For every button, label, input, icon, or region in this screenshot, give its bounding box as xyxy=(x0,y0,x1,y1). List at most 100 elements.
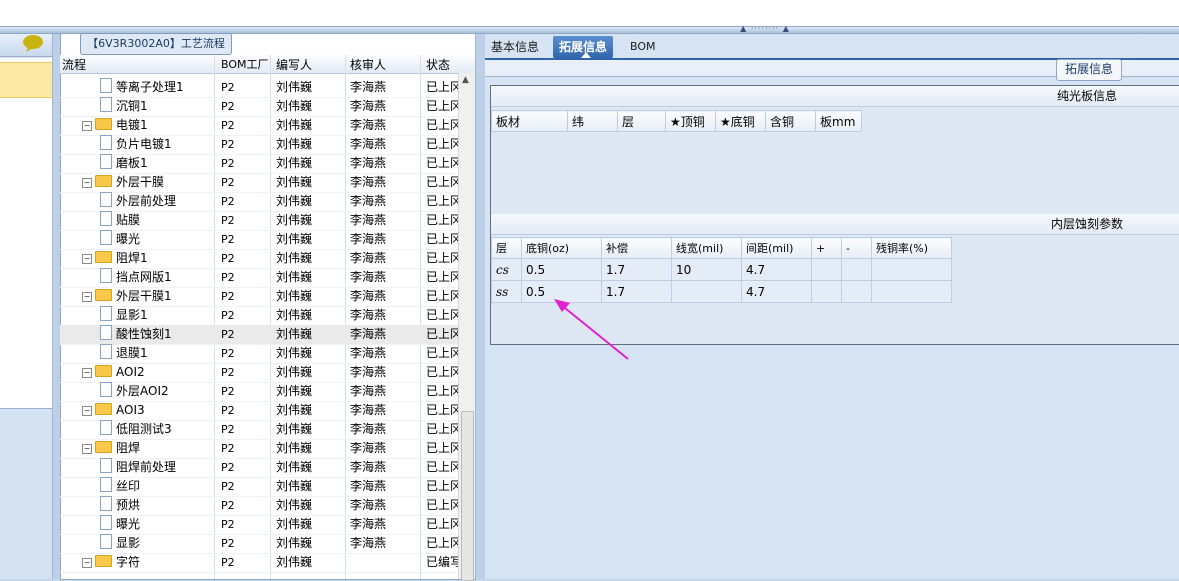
col-process[interactable]: 流程 xyxy=(62,56,86,73)
tree-node[interactable]: 曝光 xyxy=(100,230,140,249)
collapse-toggle-icon[interactable]: − xyxy=(82,406,92,416)
collapse-toggle-icon[interactable]: − xyxy=(82,368,92,378)
tree-node[interactable]: − AOI3 xyxy=(82,401,145,420)
message-bubble-icon[interactable] xyxy=(22,34,44,52)
etch-col-header[interactable]: 底铜(oz) xyxy=(521,237,602,259)
collapse-toggle-icon[interactable]: − xyxy=(82,254,92,264)
tree-node[interactable]: − 字符 xyxy=(82,553,140,572)
etch-value-cell[interactable]: 4.7 xyxy=(741,280,812,303)
col-status[interactable]: 状态 xyxy=(426,56,450,73)
tree-vertical-scrollbar[interactable]: ▲ xyxy=(458,73,475,581)
tree-row[interactable]: − 阻焊1 P2 刘伟巍 李海燕 已上冈 xyxy=(60,249,458,269)
tree-node[interactable]: − 阻焊1 xyxy=(82,249,148,268)
board-col-header[interactable]: 板材 xyxy=(491,110,568,132)
col-auditor[interactable]: 核审人 xyxy=(350,56,386,73)
etch-value-cell[interactable]: 4.7 xyxy=(741,258,812,281)
tree-node[interactable]: 贴膜 xyxy=(100,211,140,230)
tree-node[interactable]: 显影 xyxy=(100,534,140,553)
tree-row[interactable]: 预烘 P2 刘伟巍 李海燕 已上冈 xyxy=(60,496,458,516)
tree-row[interactable]: − AOI3 P2 刘伟巍 李海燕 已上冈 xyxy=(60,401,458,421)
etch-value-cell[interactable]: 10 xyxy=(671,258,742,281)
board-col-header[interactable]: 层 xyxy=(617,110,666,132)
tree-node[interactable]: 曝光 xyxy=(100,515,140,534)
tab-bom[interactable]: BOM xyxy=(624,36,662,58)
etch-col-header[interactable]: - xyxy=(841,237,872,259)
tree-row[interactable]: 外层AOI2 P2 刘伟巍 李海燕 已上冈 xyxy=(60,382,458,402)
tree-node[interactable]: − 外层干膜1 xyxy=(82,287,172,306)
col-bom-plant[interactable]: BOM工厂 xyxy=(221,56,269,72)
etch-value-cell[interactable] xyxy=(671,280,742,303)
etch-value-cell[interactable] xyxy=(811,280,842,303)
etch-col-header[interactable]: 层 xyxy=(491,237,522,259)
tree-row[interactable]: 低阻测试3 P2 刘伟巍 李海燕 已上冈 xyxy=(60,420,458,440)
collapse-toggle-icon[interactable]: − xyxy=(82,178,92,188)
tree-node[interactable]: − 阻焊 xyxy=(82,439,140,458)
scroll-up-icon[interactable]: ▲ xyxy=(462,75,469,85)
left-panel-selected-item[interactable] xyxy=(0,62,52,98)
tree-row[interactable]: 阻焊前处理 P2 刘伟巍 李海燕 已上冈 xyxy=(60,458,458,478)
board-col-header[interactable]: ★底铜 xyxy=(715,110,766,132)
etch-value-cell[interactable]: 1.7 xyxy=(601,258,672,281)
collapse-toggle-icon[interactable]: − xyxy=(82,292,92,302)
collapse-toggle-icon[interactable]: − xyxy=(82,121,92,131)
tree-row[interactable]: 外层前处理 P2 刘伟巍 李海燕 已上冈 xyxy=(60,192,458,212)
tree-node[interactable]: 阻焊前处理 xyxy=(100,458,176,477)
etch-value-cell[interactable] xyxy=(871,258,952,281)
board-col-header[interactable]: 含铜 xyxy=(765,110,816,132)
tree-row[interactable]: 沉铜1 P2 刘伟巍 李海燕 已上冈 xyxy=(60,97,458,117)
etch-col-header[interactable]: 残铜率(%) xyxy=(871,237,952,259)
tree-row[interactable]: 显影1 P2 刘伟巍 李海燕 已上冈 xyxy=(60,306,458,326)
tree-row[interactable]: 曝光 P2 刘伟巍 李海燕 已上冈 xyxy=(60,515,458,535)
tree-row[interactable]: 曝光 P2 刘伟巍 李海燕 已上冈 xyxy=(60,230,458,250)
subtab-extended-info[interactable]: 拓展信息 xyxy=(1056,59,1122,81)
tree-node[interactable]: − AOI2 xyxy=(82,363,145,382)
board-col-header[interactable]: 板mm xyxy=(815,110,862,132)
etch-row[interactable]: cs 0.5 1.7 10 4.7 xyxy=(491,258,952,281)
tree-row[interactable]: 负片电镀1 P2 刘伟巍 李海燕 已上冈 xyxy=(60,135,458,155)
tab-basic-info[interactable]: 基本信息 xyxy=(485,36,545,58)
etch-value-cell[interactable]: 0.5 xyxy=(521,258,602,281)
tree-row[interactable]: 等离子处理1 P2 刘伟巍 李海燕 已上冈 xyxy=(60,78,458,98)
tree-row[interactable]: − 阻焊 P2 刘伟巍 李海燕 已上冈 xyxy=(60,439,458,459)
tree-row[interactable]: 显影 P2 刘伟巍 李海燕 已上冈 xyxy=(60,534,458,554)
tree-node[interactable]: 磨板1 xyxy=(100,154,148,173)
tree-row[interactable]: 磨板1 P2 刘伟巍 李海燕 已上冈 xyxy=(60,154,458,174)
etch-col-header[interactable]: 间距(mil) xyxy=(741,237,812,259)
tree-row[interactable]: − 外层干膜 P2 刘伟巍 李海燕 已上冈 xyxy=(60,173,458,193)
tree-row[interactable]: − 电镀1 P2 刘伟巍 李海燕 已上冈 xyxy=(60,116,458,136)
tree-node[interactable]: 酸性蚀刻1 xyxy=(100,325,172,344)
tree-row[interactable]: 丝印 P2 刘伟巍 李海燕 已上冈 xyxy=(60,477,458,497)
etch-col-header[interactable]: + xyxy=(811,237,842,259)
tree-node[interactable]: 丝印 xyxy=(100,477,140,496)
tree-node[interactable]: − 外层干膜 xyxy=(82,173,164,192)
etch-value-cell[interactable] xyxy=(841,280,872,303)
tree-node[interactable]: − 电镀1 xyxy=(82,116,148,135)
etch-col-header[interactable]: 补偿 xyxy=(601,237,672,259)
tree-node[interactable]: 等离子处理1 xyxy=(100,78,184,97)
tree-row[interactable]: 退膜1 P2 刘伟巍 李海燕 已上冈 xyxy=(60,344,458,364)
board-col-header[interactable]: 纬 xyxy=(567,110,618,132)
etch-col-header[interactable]: 线宽(mil) xyxy=(671,237,742,259)
tree-node[interactable]: 负片电镀1 xyxy=(100,135,172,154)
collapse-toggle-icon[interactable]: − xyxy=(82,558,92,568)
tree-row[interactable]: − 外层干膜1 P2 刘伟巍 李海燕 已上冈 xyxy=(60,287,458,307)
tree-node[interactable]: 显影1 xyxy=(100,306,148,325)
etch-value-cell[interactable] xyxy=(811,258,842,281)
tree-node[interactable]: 沉铜1 xyxy=(100,97,148,116)
tree-node[interactable]: 预烘 xyxy=(100,496,140,515)
tree-row[interactable]: 挡点网版1 P2 刘伟巍 李海燕 已上冈 xyxy=(60,268,458,288)
tree-row[interactable]: − 字符 P2 刘伟巍 已编写 xyxy=(60,553,458,573)
tree-node[interactable]: 退膜1 xyxy=(100,344,148,363)
tree-row[interactable]: 贴膜 P2 刘伟巍 李海燕 已上冈 xyxy=(60,211,458,231)
tree-node[interactable]: 外层AOI2 xyxy=(100,382,169,401)
tree-row[interactable]: − AOI2 P2 刘伟巍 李海燕 已上冈 xyxy=(60,363,458,383)
etch-value-cell[interactable] xyxy=(841,258,872,281)
tree-row[interactable]: 酸性蚀刻1 P2 刘伟巍 李海燕 已上冈 xyxy=(60,325,458,345)
splitter-grip-icon[interactable]: ▲ ········ ▲ xyxy=(735,25,795,33)
board-col-header[interactable]: ★顶铜 xyxy=(665,110,716,132)
tree-node[interactable]: 挡点网版1 xyxy=(100,268,172,287)
col-writer[interactable]: 编写人 xyxy=(276,56,312,73)
etch-value-cell[interactable] xyxy=(871,280,952,303)
tree-node[interactable]: 低阻测试3 xyxy=(100,420,172,439)
tree-node[interactable]: 外层前处理 xyxy=(100,192,176,211)
